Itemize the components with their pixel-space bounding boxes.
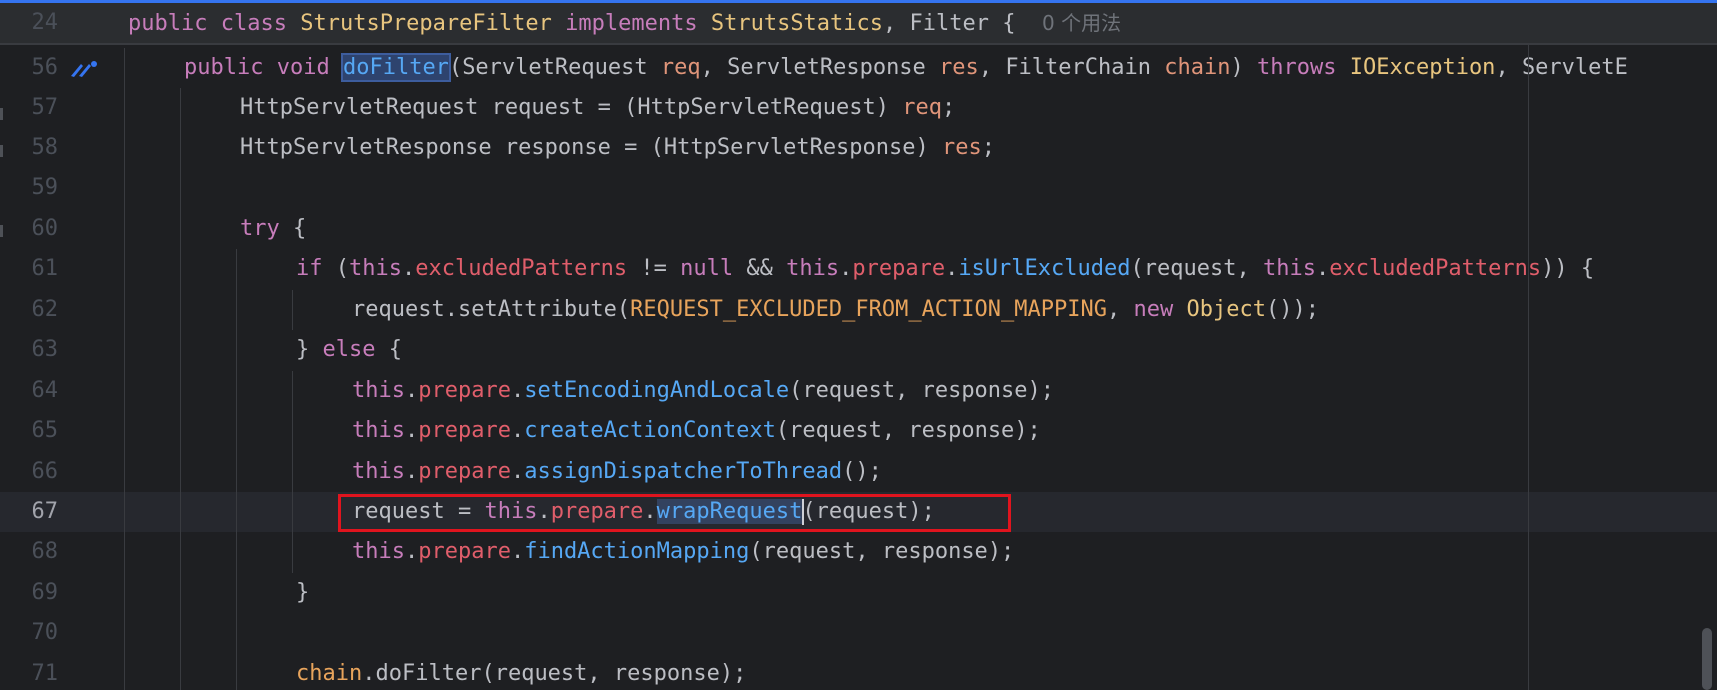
code-line[interactable]: 63 } else {: [0, 330, 1717, 370]
code-text: this.prepare.assignDispatcherToThread();: [352, 459, 882, 484]
line-number: 58: [31, 135, 59, 160]
code-line[interactable]: 64 this.prepare.setEncodingAndLocale(req…: [0, 371, 1717, 411]
line-number: 61: [31, 256, 59, 281]
code-text: } else {: [296, 337, 402, 362]
sticky-scroll-line[interactable]: 24 public class StrutsPrepareFilter impl…: [0, 3, 1717, 45]
line-number: 62: [31, 297, 59, 322]
code-text: try {: [240, 216, 307, 241]
code-text: HttpServletRequest request = (HttpServle…: [240, 95, 956, 120]
code-line[interactable]: 65 this.prepare.createActionContext(requ…: [0, 411, 1717, 451]
code-text: if (this.excludedPatterns != null && thi…: [296, 256, 1595, 281]
line-number: 57: [31, 95, 59, 120]
code-line[interactable]: 61 if (this.excludedPatterns != null && …: [0, 249, 1717, 289]
gutter-marker: [0, 225, 3, 237]
indent-guide: [292, 371, 293, 573]
code-line[interactable]: 58 HttpServletResponse response = (HttpS…: [0, 128, 1717, 168]
vertical-scrollbar-thumb[interactable]: [1702, 628, 1712, 690]
line-number: 71: [31, 661, 59, 686]
line-number: 68: [31, 539, 59, 564]
line-number: 64: [31, 378, 59, 403]
code-text: chain.doFilter(request, response);: [296, 661, 747, 686]
code-text: public class StrutsPrepareFilter impleme…: [128, 11, 1122, 36]
right-margin-guide: [1528, 43, 1529, 690]
code-line[interactable]: 71 chain.doFilter(request, response);: [0, 654, 1717, 690]
code-text: this.prepare.findActionMapping(request, …: [352, 539, 1015, 564]
code-editor[interactable]: 24 public class StrutsPrepareFilter impl…: [0, 0, 1717, 690]
code-text: public void doFilter(ServletRequest req,…: [184, 53, 1628, 82]
line-number: 70: [31, 620, 59, 645]
code-text: request.setAttribute(REQUEST_EXCLUDED_FR…: [352, 297, 1319, 322]
implements-method-icon[interactable]: [68, 56, 100, 82]
line-number: 63: [31, 337, 59, 362]
indent-guide: [292, 290, 293, 330]
line-number: 60: [31, 216, 59, 241]
code-text: HttpServletResponse response = (HttpServ…: [240, 135, 996, 160]
usage-hint: 0 个用法: [1042, 11, 1122, 35]
indent-guide: [236, 249, 237, 690]
line-number: 59: [31, 175, 59, 200]
line-number: 24: [31, 10, 59, 35]
annotation-highlight-box: [338, 494, 1011, 532]
gutter-marker: [0, 145, 3, 157]
line-number: 69: [31, 580, 59, 605]
line-number: 56: [31, 55, 59, 80]
line-number: 66: [31, 459, 59, 484]
line-number: 65: [31, 418, 59, 443]
selected-identifier: doFilter: [340, 53, 451, 82]
code-line[interactable]: 59: [0, 168, 1717, 208]
indent-guide: [124, 48, 125, 690]
code-text: this.prepare.createActionContext(request…: [352, 418, 1041, 443]
line-number: 67: [31, 499, 59, 524]
code-line[interactable]: 60 try {: [0, 209, 1717, 249]
code-line[interactable]: 66 this.prepare.assignDispatcherToThread…: [0, 452, 1717, 492]
code-line[interactable]: 56 public void doFilter(ServletRequest r…: [0, 48, 1717, 88]
code-line[interactable]: 70: [0, 613, 1717, 653]
code-line[interactable]: 68 this.prepare.findActionMapping(reques…: [0, 532, 1717, 572]
code-text: this.prepare.setEncodingAndLocale(reques…: [352, 378, 1055, 403]
indent-guide: [180, 88, 181, 690]
code-line[interactable]: 62 request.setAttribute(REQUEST_EXCLUDED…: [0, 290, 1717, 330]
code-text: }: [296, 580, 310, 605]
code-line[interactable]: 69 }: [0, 573, 1717, 613]
gutter-marker: [0, 108, 3, 120]
code-line[interactable]: 57 HttpServletRequest request = (HttpSer…: [0, 88, 1717, 128]
